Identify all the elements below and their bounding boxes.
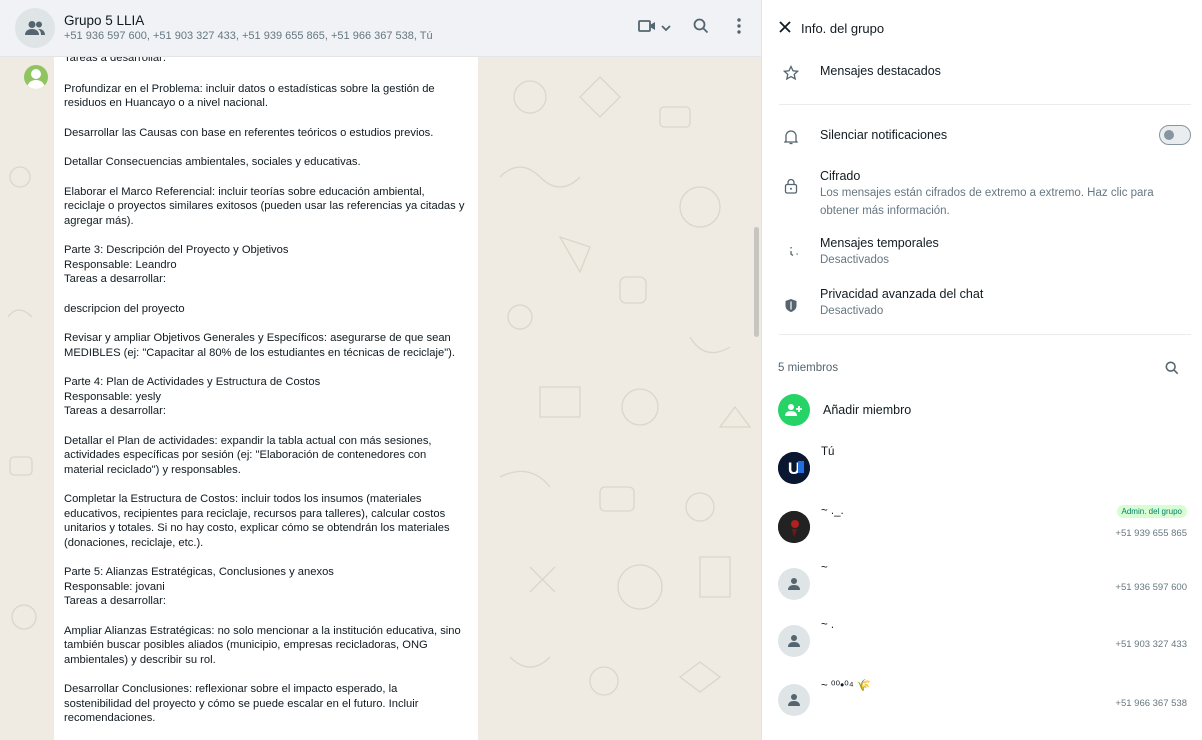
search-icon bbox=[693, 18, 709, 39]
msg-paragraph: Desarrollar Conclusiones: reflexionar so… bbox=[64, 683, 419, 724]
starred-messages-row[interactable]: Mensajes destacados bbox=[762, 63, 1202, 81]
bell-icon bbox=[762, 127, 820, 145]
add-member-button[interactable]: Añadir miembro bbox=[762, 392, 1202, 428]
encryption-text: Cifrado Los mensajes están cifrados de e… bbox=[820, 168, 1165, 220]
video-call-button[interactable] bbox=[638, 10, 671, 46]
search-button[interactable] bbox=[693, 10, 709, 46]
timer-icon bbox=[762, 235, 820, 269]
msg-paragraph: Profundizar en el Problema: incluir dato… bbox=[64, 82, 435, 110]
members-header: 5 miembros bbox=[762, 355, 1202, 381]
admin-badge: Admin. del grupo bbox=[1116, 505, 1187, 518]
shield-icon bbox=[762, 286, 820, 320]
privacy-row[interactable]: Privacidad avanzada del chat Desactivado bbox=[762, 286, 1202, 320]
chat-header-actions bbox=[624, 10, 741, 46]
msg-paragraph: Parte 5: Alianzas Estratégicas, Conclusi… bbox=[64, 566, 334, 607]
chat-body: Tareas a desarrollar: Profundizar en el … bbox=[0, 57, 761, 740]
disappearing-title: Mensajes temporales bbox=[820, 236, 939, 250]
add-user-icon bbox=[778, 394, 810, 426]
search-icon bbox=[1165, 361, 1179, 375]
msg-paragraph: Revisar y ampliar Objetivos Generales y … bbox=[64, 332, 455, 359]
member-phone: +51 936 597 600 bbox=[1115, 582, 1187, 593]
privacy-title: Privacidad avanzada del chat bbox=[820, 287, 984, 301]
encryption-sub: Los mensajes están cifrados de extremo a… bbox=[820, 187, 1154, 217]
default-avatar-icon bbox=[778, 684, 810, 716]
close-icon[interactable] bbox=[779, 20, 791, 38]
group-avatar-icon[interactable] bbox=[15, 8, 55, 48]
privacy-sub: Desactivado bbox=[820, 305, 884, 317]
member-name: ~ ._. bbox=[821, 505, 844, 517]
chat-title: Grupo 5 LLIA bbox=[64, 13, 145, 28]
chevron-down-icon bbox=[661, 19, 671, 37]
member-item[interactable]: ~ . +51 903 327 433 bbox=[762, 619, 1202, 663]
member-item[interactable]: U Tú bbox=[762, 446, 1202, 490]
chat-scrollbar[interactable] bbox=[754, 57, 760, 740]
privacy-text: Privacidad avanzada del chat Desactivado bbox=[820, 286, 983, 320]
sender-avatar[interactable] bbox=[24, 65, 48, 89]
message-text: Tareas a desarrollar: Profundizar en el … bbox=[64, 57, 468, 726]
member-phone: +51 903 327 433 bbox=[1115, 639, 1187, 650]
msg-paragraph: Detallar el Plan de actividades: expandi… bbox=[64, 434, 432, 476]
members-search-button[interactable] bbox=[1160, 356, 1184, 380]
msg-paragraph: Desarrollar las Causas con base en refer… bbox=[64, 126, 434, 139]
msg-paragraph: descripcion del proyecto bbox=[64, 302, 185, 315]
toggle-knob bbox=[1164, 130, 1174, 140]
starred-label: Mensajes destacados bbox=[820, 64, 941, 78]
message-bubble[interactable]: Tareas a desarrollar: Profundizar en el … bbox=[54, 57, 478, 740]
disappearing-sub: Desactivados bbox=[820, 254, 890, 266]
chat-header-text[interactable]: Grupo 5 LLIA +51 936 597 600, +51 903 32… bbox=[64, 12, 624, 44]
disappearing-text: Mensajes temporales Desactivados bbox=[820, 235, 939, 269]
video-call-icon bbox=[638, 19, 656, 38]
members-count: 5 miembros bbox=[778, 362, 839, 374]
mute-label: Silenciar notificaciones bbox=[820, 128, 948, 142]
member-item[interactable]: ~ ._. Admin. del grupo +51 939 655 865 bbox=[762, 505, 1202, 549]
msg-paragraph: Detallar Consecuencias ambientales, soci… bbox=[64, 156, 361, 168]
msg-paragraph: Ampliar Alianzas Estratégicas: no solo m… bbox=[64, 624, 461, 666]
member-avatar bbox=[778, 511, 810, 543]
member-phone: +51 966 367 538 bbox=[1115, 698, 1187, 709]
encryption-row[interactable]: Cifrado Los mensajes están cifrados de e… bbox=[762, 168, 1202, 220]
member-name: ~ bbox=[821, 562, 828, 574]
member-phone: +51 939 655 865 bbox=[1115, 528, 1187, 539]
chat-header: Grupo 5 LLIA +51 936 597 600, +51 903 32… bbox=[0, 0, 761, 57]
default-avatar-icon bbox=[778, 568, 810, 600]
member-name: ~ . bbox=[821, 619, 835, 631]
menu-button[interactable] bbox=[737, 10, 741, 46]
msg-paragraph: Parte 4: Plan de Actividades y Estructur… bbox=[64, 376, 321, 417]
lock-icon bbox=[762, 168, 820, 220]
member-avatar: U bbox=[778, 452, 810, 484]
msg-paragraph: Completar la Estructura de Costos: inclu… bbox=[64, 493, 450, 549]
member-name: ~ ⁰⁰•⁰⁴ 🌾 bbox=[821, 680, 872, 692]
group-info-panel: Info. del grupo Mensajes destacados Sile… bbox=[761, 0, 1202, 740]
add-member-label: Añadir miembro bbox=[823, 403, 912, 417]
default-avatar-icon bbox=[778, 625, 810, 657]
star-icon bbox=[762, 63, 820, 81]
info-title: Info. del grupo bbox=[801, 21, 885, 36]
menu-dots-icon bbox=[737, 17, 741, 39]
disappearing-row[interactable]: Mensajes temporales Desactivados bbox=[762, 235, 1202, 269]
msg-paragraph: Parte 3: Descripción del Proyecto y Obje… bbox=[64, 244, 289, 285]
msg-paragraph: Tareas a desarrollar: bbox=[64, 57, 166, 64]
member-item[interactable]: ~ ⁰⁰•⁰⁴ 🌾 +51 966 367 538 bbox=[762, 678, 1202, 722]
mute-toggle[interactable] bbox=[1159, 125, 1191, 145]
chat-participants: +51 936 597 600, +51 903 327 433, +51 93… bbox=[64, 30, 433, 42]
encryption-title: Cifrado bbox=[820, 169, 861, 183]
member-name: Tú bbox=[821, 446, 835, 458]
msg-paragraph: Elaborar el Marco Referencial: incluir t… bbox=[64, 185, 465, 227]
chat-scrollbar-thumb[interactable] bbox=[754, 227, 759, 337]
divider bbox=[779, 334, 1191, 335]
divider bbox=[779, 104, 1191, 105]
mute-row[interactable]: Silenciar notificaciones bbox=[762, 127, 1202, 145]
info-header: Info. del grupo bbox=[762, 0, 1202, 57]
member-item[interactable]: ~ +51 936 597 600 bbox=[762, 562, 1202, 606]
